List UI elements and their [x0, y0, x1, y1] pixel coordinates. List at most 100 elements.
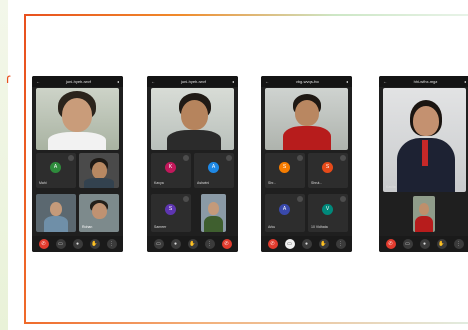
participant-face [92, 203, 107, 219]
speaker-blazer [283, 126, 331, 150]
speaker-icon[interactable]: ◂ [464, 79, 466, 84]
hand-icon[interactable]: ✋ [318, 239, 329, 249]
video-icon[interactable]: ▭ [402, 239, 413, 249]
speaker-icon[interactable]: ◂ [232, 79, 234, 84]
participant-tile[interactable]: A Ashwini [194, 153, 234, 188]
meeting-top-bar: ← juni-hyeh-rwvf ◂ [147, 76, 238, 87]
meeting-code: hhi-wfhx-mgz [413, 79, 438, 84]
avatar: A [279, 204, 290, 215]
left-side-strip [0, 0, 8, 330]
speaker-tie [422, 140, 428, 166]
participant-shirt [84, 178, 114, 188]
participant-tile[interactable]: S Shrut... [308, 153, 348, 188]
more-icon[interactable]: ⋮ [106, 239, 117, 249]
participant-name: Mahi [39, 181, 47, 185]
back-arrow-icon[interactable]: ← [36, 79, 40, 84]
participant-tile[interactable]: S Shr... [265, 153, 305, 188]
avatar: S [279, 162, 290, 173]
mic-icon[interactable]: ● [170, 239, 181, 249]
call-end-icon[interactable]: ✆ [38, 239, 49, 249]
back-arrow-icon[interactable]: ← [383, 79, 387, 84]
mic-icon[interactable]: ● [301, 239, 312, 249]
avatar: A [50, 162, 61, 173]
call-controls: ▭ ● ✋ ⋮ ✆ [147, 236, 238, 252]
participant-face [50, 202, 62, 216]
video-icon[interactable]: ▭ [153, 239, 164, 249]
meeting-top-bar: ← juni-hyeh-rwvf ◂ [32, 76, 123, 87]
self-shirt [415, 216, 433, 232]
hand-icon[interactable]: ✋ [89, 239, 100, 249]
participant-name: Ashwini [197, 181, 210, 185]
avatar: S [165, 204, 176, 215]
mic-off-icon [297, 155, 303, 161]
self-face [208, 202, 219, 215]
mic-off-icon [340, 155, 346, 161]
mic-off-icon [340, 196, 346, 202]
video-icon[interactable]: ▭ [284, 239, 295, 249]
back-arrow-icon[interactable]: ← [265, 79, 269, 84]
participant-name: Sameer [154, 225, 167, 229]
main-speaker-video [36, 88, 119, 150]
frame-bottom-border [24, 322, 468, 324]
participant-tile[interactable]: A Arku [265, 194, 305, 232]
participant-name: Shrut... [311, 181, 323, 185]
call-end-icon[interactable]: ✆ [267, 239, 278, 249]
meeting-code: juni-hyeh-rwvf [66, 79, 91, 84]
meeting-code: juni-hyeh-rwvf [181, 79, 206, 84]
decorative-mark: ɾ [6, 70, 11, 86]
participant-tile[interactable]: A Mahi [36, 153, 76, 188]
call-controls: ✆ ▭ ● ✋ ⋮ [32, 236, 123, 252]
call-controls: ✆ ▭ ● ✋ ⋮ [379, 236, 468, 252]
video-icon[interactable]: ▭ [55, 239, 66, 249]
more-icon[interactable]: ⋮ [204, 239, 215, 249]
call-end-icon[interactable]: ✆ [221, 239, 232, 249]
participant-tile[interactable]: V 10 Vidhata [308, 194, 348, 232]
hand-icon[interactable]: ✋ [436, 239, 447, 249]
participant-name: Kavita [386, 185, 396, 189]
participant-shirt [44, 216, 68, 232]
speaker-face [62, 98, 92, 132]
participant-name: 10 Vidhata [311, 225, 328, 229]
speaker-shirt [48, 132, 106, 150]
phone-screenshot-3: ← vbg-wvqs-fvc ◂ S Shr... S Shrut... A A… [261, 76, 352, 252]
phone-screenshot-2: ← juni-hyeh-rwvf ◂ K Kavya A Ashwini S S… [147, 76, 238, 252]
back-arrow-icon[interactable]: ← [151, 79, 155, 84]
hand-icon[interactable]: ✋ [187, 239, 198, 249]
speaker-face [413, 106, 439, 136]
self-shirt [204, 216, 223, 232]
participant-tile[interactable]: S Sameer [151, 194, 191, 232]
more-icon[interactable]: ⋮ [453, 239, 464, 249]
speaker-face [181, 100, 208, 130]
participant-name: Kavya [154, 181, 164, 185]
more-icon[interactable]: ⋮ [335, 239, 346, 249]
frame-left-border [24, 14, 26, 324]
avatar: A [208, 162, 219, 173]
meeting-code: vbg-wvqs-fvc [295, 79, 320, 84]
self-view-video[interactable] [201, 194, 226, 232]
speaker-icon[interactable]: ◂ [346, 79, 348, 84]
mic-off-icon [68, 155, 74, 161]
mic-icon[interactable]: ● [72, 239, 83, 249]
participant-video-tile[interactable]: Rohan [79, 194, 119, 232]
frame-top-border [24, 14, 468, 16]
call-controls: ✆ ▭ ● ✋ ⋮ [261, 236, 352, 252]
phone-screenshot-4: ← hhi-wfhx-mgz ◂ Kavita ✆ ▭ ● ✋ ⋮ [379, 76, 468, 252]
mic-off-icon [226, 155, 232, 161]
phone-screenshot-1: ← juni-hyeh-rwvf ◂ A Mahi Rohan ✆ ▭ ● ✋ … [32, 76, 123, 252]
avatar: S [322, 162, 333, 173]
meeting-top-bar: ← hhi-wfhx-mgz ◂ [379, 76, 468, 87]
participant-name: Rohan [82, 225, 93, 229]
participant-video-tile[interactable] [79, 153, 119, 188]
participant-tile[interactable]: K Kavya [151, 153, 191, 188]
speaker-icon[interactable]: ◂ [117, 79, 119, 84]
main-speaker-video [151, 88, 234, 150]
avatar: K [165, 162, 176, 173]
call-end-icon[interactable]: ✆ [385, 239, 396, 249]
mic-icon[interactable]: ● [419, 239, 430, 249]
participant-video-tile[interactable] [36, 194, 76, 232]
participant-name: Shr... [268, 181, 277, 185]
self-view-video[interactable] [413, 196, 435, 232]
speaker-face [295, 100, 319, 126]
meeting-top-bar: ← vbg-wvqs-fvc ◂ [261, 76, 352, 87]
avatar: V [322, 204, 333, 215]
